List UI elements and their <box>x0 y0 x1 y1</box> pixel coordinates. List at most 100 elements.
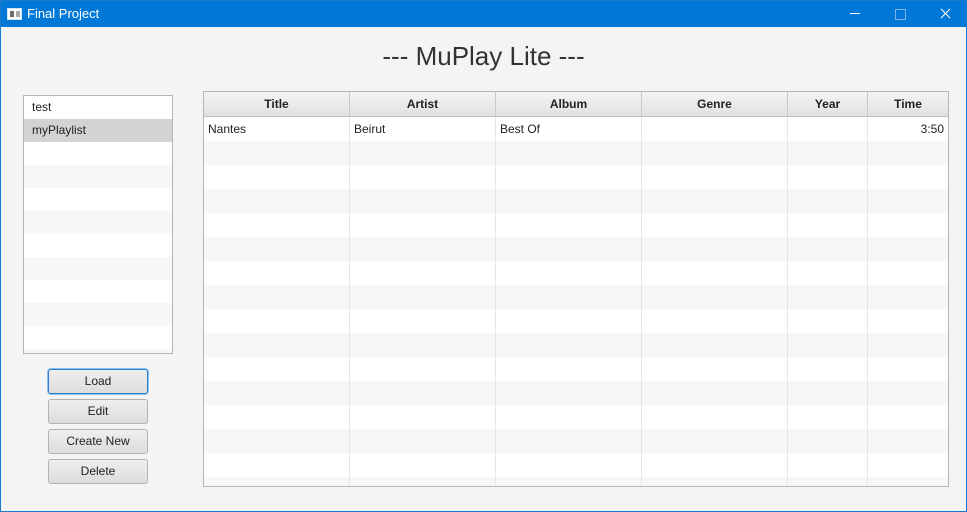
playlist-empty-row <box>24 142 172 165</box>
table-empty-cell <box>350 405 496 429</box>
table-empty-cell <box>788 333 868 357</box>
playlist-item-test[interactable]: test <box>24 96 172 119</box>
table-empty-cell <box>642 261 788 285</box>
table-empty-cell <box>350 333 496 357</box>
table-empty-cell <box>496 309 642 333</box>
cell-genre <box>642 117 788 141</box>
maximize-icon[interactable] <box>877 1 923 27</box>
table-empty-cell <box>788 237 868 261</box>
app-heading: --- MuPlay Lite --- <box>382 41 585 71</box>
table-empty-cell <box>642 381 788 405</box>
table-empty-row <box>204 333 948 357</box>
cell-year <box>788 117 868 141</box>
table-row[interactable]: Nantes Beirut Best Of 3:50 <box>204 117 948 141</box>
table-empty-cell <box>350 189 496 213</box>
table-empty-cell <box>788 453 868 477</box>
table-empty-row <box>204 165 948 189</box>
table-empty-cell <box>496 333 642 357</box>
column-header-title[interactable]: Title <box>204 92 350 116</box>
table-empty-row <box>204 237 948 261</box>
table-empty-cell <box>868 285 948 309</box>
table-empty-cell <box>496 405 642 429</box>
table-empty-cell <box>642 333 788 357</box>
delete-button[interactable]: Delete <box>48 459 148 484</box>
table-empty-cell <box>788 261 868 285</box>
table-empty-cell <box>496 189 642 213</box>
table-empty-cell <box>350 237 496 261</box>
table-empty-cell <box>204 405 350 429</box>
close-icon[interactable] <box>922 1 967 27</box>
table-empty-cell <box>868 261 948 285</box>
table-empty-row <box>204 477 948 486</box>
table-empty-cell <box>496 141 642 165</box>
table-empty-cell <box>788 405 868 429</box>
playlist-item-myplaylist[interactable]: myPlaylist <box>24 119 172 142</box>
column-header-time[interactable]: Time <box>868 92 948 116</box>
table-empty-cell <box>496 261 642 285</box>
table-empty-cell <box>350 213 496 237</box>
table-empty-cell <box>868 429 948 453</box>
table-empty-cell <box>350 165 496 189</box>
table-empty-cell <box>350 309 496 333</box>
table-empty-cell <box>788 357 868 381</box>
table-empty-cell <box>204 477 350 486</box>
table-empty-cell <box>642 453 788 477</box>
table-empty-cell <box>496 381 642 405</box>
table-empty-cell <box>204 309 350 333</box>
table-empty-cell <box>868 381 948 405</box>
playlist-list[interactable]: test myPlaylist <box>23 95 173 354</box>
table-empty-row <box>204 453 948 477</box>
table-empty-cell <box>788 189 868 213</box>
table-empty-cell <box>642 429 788 453</box>
table-empty-cell <box>788 285 868 309</box>
table-empty-cell <box>496 285 642 309</box>
table-empty-cell <box>868 165 948 189</box>
minimize-icon[interactable] <box>832 1 878 27</box>
edit-button[interactable]: Edit <box>48 399 148 424</box>
table-empty-cell <box>788 141 868 165</box>
table-empty-row <box>204 405 948 429</box>
load-button[interactable]: Load <box>48 369 148 394</box>
table-empty-cell <box>642 405 788 429</box>
table-empty-cell <box>204 285 350 309</box>
table-empty-cell <box>350 477 496 486</box>
column-header-year[interactable]: Year <box>788 92 868 116</box>
cell-artist: Beirut <box>350 117 496 141</box>
playlist-empty-row <box>24 303 172 326</box>
table-empty-cell <box>204 381 350 405</box>
table-empty-cell <box>204 237 350 261</box>
table-empty-cell <box>204 429 350 453</box>
table-empty-cell <box>642 213 788 237</box>
table-empty-cell <box>204 213 350 237</box>
table-empty-cell <box>350 285 496 309</box>
create-new-button[interactable]: Create New <box>48 429 148 454</box>
table-empty-cell <box>496 477 642 486</box>
table-empty-cell <box>496 165 642 189</box>
title-bar[interactable]: Final Project <box>1 1 966 27</box>
table-empty-cell <box>204 357 350 381</box>
table-empty-cell <box>204 261 350 285</box>
column-header-artist[interactable]: Artist <box>350 92 496 116</box>
table-empty-cell <box>642 165 788 189</box>
table-empty-row <box>204 141 948 165</box>
playlist-empty-row <box>24 188 172 211</box>
table-empty-cell <box>496 213 642 237</box>
table-empty-cell <box>350 453 496 477</box>
playlist-empty-row <box>24 211 172 234</box>
table-empty-row <box>204 285 948 309</box>
table-empty-cell <box>868 333 948 357</box>
table-empty-cell <box>868 309 948 333</box>
table-empty-cell <box>868 213 948 237</box>
table-empty-cell <box>642 357 788 381</box>
playlist-empty-row <box>24 234 172 257</box>
column-header-genre[interactable]: Genre <box>642 92 788 116</box>
cell-time: 3:50 <box>920 122 944 136</box>
songs-table[interactable]: Title Artist Album Genre Year Time Nante… <box>203 91 949 487</box>
table-empty-cell <box>642 189 788 213</box>
column-header-album[interactable]: Album <box>496 92 642 116</box>
table-empty-row <box>204 429 948 453</box>
table-empty-cell <box>204 453 350 477</box>
window-title: Final Project <box>27 6 100 21</box>
table-empty-row <box>204 213 948 237</box>
cell-title: Nantes <box>204 117 350 141</box>
